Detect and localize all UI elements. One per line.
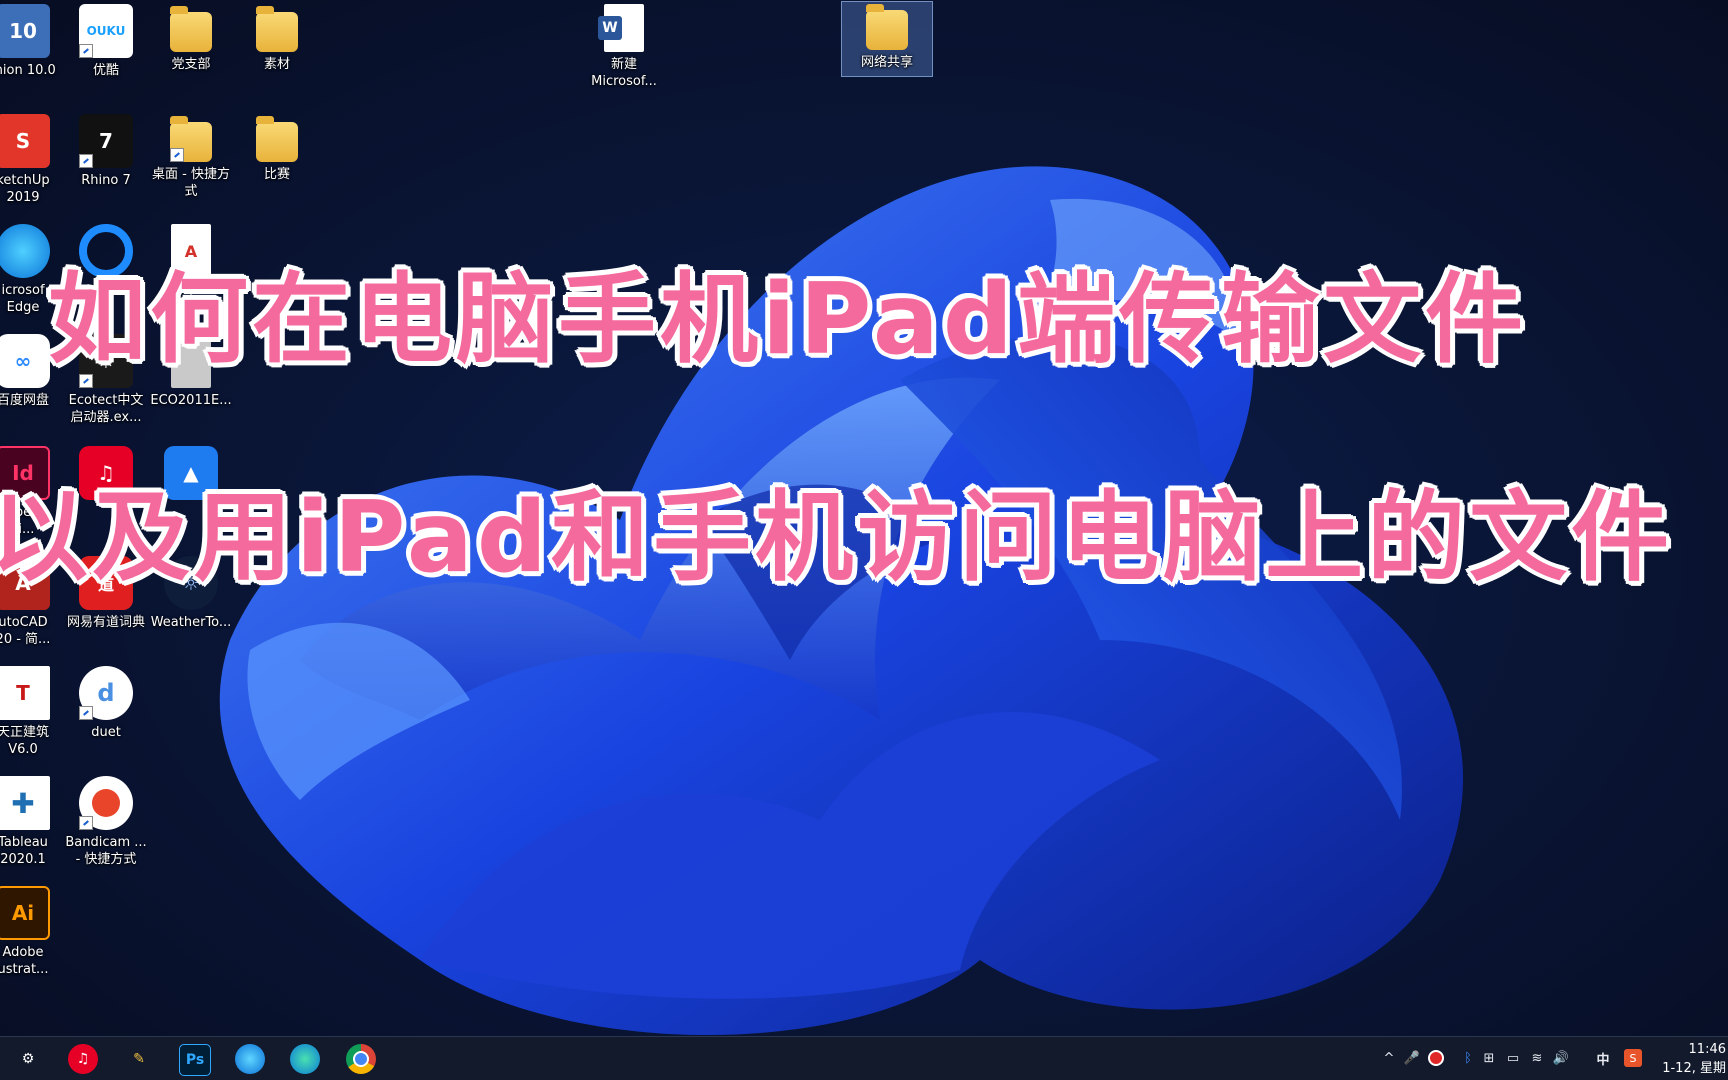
desktop-icon-bisai[interactable]: 比赛 xyxy=(232,114,322,183)
app-tile-10-icon: 10 xyxy=(0,4,50,58)
desktop-icon-label: 网易有道词典 xyxy=(66,615,145,630)
desktop-icon-dangzhibu[interactable]: 党支部 xyxy=(146,4,236,73)
desktop-icon-tangent[interactable]: T 天正建筑 V6.0 xyxy=(0,666,68,758)
desktop-icon-desktop-shortcut[interactable]: 桌面 - 快捷方 式 xyxy=(146,114,236,200)
folder-icon xyxy=(170,6,212,52)
illustrator-icon: Ai xyxy=(0,886,50,940)
desktop-icon-label: ECO2011E... xyxy=(150,393,232,408)
rhino-icon: 7 xyxy=(79,114,133,168)
record-icon[interactable] xyxy=(1427,1049,1445,1067)
folder-icon xyxy=(256,116,298,162)
battery-icon[interactable]: ▭ xyxy=(1504,1049,1522,1067)
photoshop-icon[interactable]: Ps xyxy=(179,1044,211,1076)
desktop-icon-duet[interactable]: d duet xyxy=(61,666,151,741)
edge-icon[interactable] xyxy=(235,1044,265,1074)
edge-icon[interactable] xyxy=(290,1044,320,1074)
desktop-icon-bandicam[interactable]: Bandicam ... - 快捷方式 xyxy=(61,776,151,868)
desktop-icon-label: 新建 Microsof... xyxy=(591,57,657,89)
sketchup-icon: S xyxy=(0,114,50,168)
word-document-icon: W xyxy=(598,4,644,52)
edge-icon xyxy=(0,224,50,278)
desktop-icon-label: WeatherTo... xyxy=(150,615,232,630)
desktop-icon-label: duet xyxy=(91,725,121,740)
sogou-ime-icon[interactable]: S xyxy=(1624,1049,1642,1067)
desktop-icon-sketchup[interactable]: S ketchUp 2019 xyxy=(0,114,68,206)
baidu-netdisk-icon: ∞ xyxy=(0,334,50,388)
desktop-icon-label: Bandicam ... - 快捷方式 xyxy=(65,835,147,867)
desktop-icon-label: Ecotect中文 启动器.ex... xyxy=(68,393,144,425)
desktop-icon-label: 比赛 xyxy=(263,167,290,182)
tangent-icon: T xyxy=(0,666,50,720)
desktop[interactable]: 10 mion 10.0 OUKU 优酷 党支部 素材 W 新建 Microso… xyxy=(0,0,1728,1036)
folder-icon xyxy=(256,6,298,52)
taskbar: ⚙ ♫ ✎ Ps ^ 🎤 ᛒ ⊞ ▭ ≋ 🔊 中 S 11:46 1-12, 星… xyxy=(0,1036,1728,1080)
clock-date: 1-12, 星期 xyxy=(1662,1061,1726,1076)
youku-icon: OUKU xyxy=(79,4,133,58)
desktop-icon-label: 党支部 xyxy=(171,57,211,72)
duet-icon: d xyxy=(79,666,133,720)
desktop-icon-word-document[interactable]: W 新建 Microsof... xyxy=(579,4,669,90)
tableau-icon: ✚ xyxy=(0,776,50,830)
overlay-title-line2: 以及用iPad和手机访问电脑上的文件 xyxy=(0,481,1674,595)
settings-icon[interactable]: ⚙ xyxy=(13,1044,43,1074)
bluetooth-icon[interactable]: ᛒ xyxy=(1459,1049,1477,1067)
volume-icon[interactable]: 🔊 xyxy=(1552,1049,1570,1067)
chrome-icon[interactable] xyxy=(346,1044,376,1074)
desktop-icon-youku[interactable]: OUKU 优酷 xyxy=(61,4,151,79)
desktop-icon-illustrator[interactable]: Ai Adobe ustrat... xyxy=(0,886,68,978)
clock-time: 11:46 xyxy=(1688,1042,1726,1057)
desktop-icon-label: Rhino 7 xyxy=(81,173,131,188)
bandicam-icon xyxy=(79,776,133,830)
windows-icon[interactable]: ⊞ xyxy=(1480,1049,1498,1067)
desktop-icon-label: 素材 xyxy=(263,57,290,72)
chevron-up-icon[interactable]: ^ xyxy=(1380,1049,1398,1067)
photoshop-label: Ps xyxy=(185,1052,205,1068)
desktop-icon-label: 桌面 - 快捷方 式 xyxy=(152,167,230,199)
desktop-icon-label: 优酷 xyxy=(92,63,119,78)
taskbar-clock[interactable]: 11:46 1-12, 星期 xyxy=(1662,1040,1726,1078)
folder-icon xyxy=(866,4,908,50)
desktop-icon-rhino[interactable]: 7 Rhino 7 xyxy=(61,114,151,189)
desktop-icon-label: 网络共享 xyxy=(860,55,913,70)
desktop-icon-label: Adobe ustrat... xyxy=(0,945,49,977)
wifi-icon[interactable]: ≋ xyxy=(1528,1049,1546,1067)
desktop-icon-sucai[interactable]: 素材 xyxy=(232,4,322,73)
explorer-icon[interactable]: ✎ xyxy=(124,1044,154,1074)
desktop-icon-network-share[interactable]: 网络共享 xyxy=(841,1,933,77)
overlay-title-line1: 如何在电脑手机iPad端传输文件 xyxy=(48,263,1528,377)
folder-shortcut-icon xyxy=(170,116,212,162)
microphone-icon[interactable]: 🎤 xyxy=(1403,1049,1421,1067)
ime-indicator[interactable]: 中 xyxy=(1594,1049,1612,1068)
netease-music-icon[interactable]: ♫ xyxy=(68,1044,98,1074)
